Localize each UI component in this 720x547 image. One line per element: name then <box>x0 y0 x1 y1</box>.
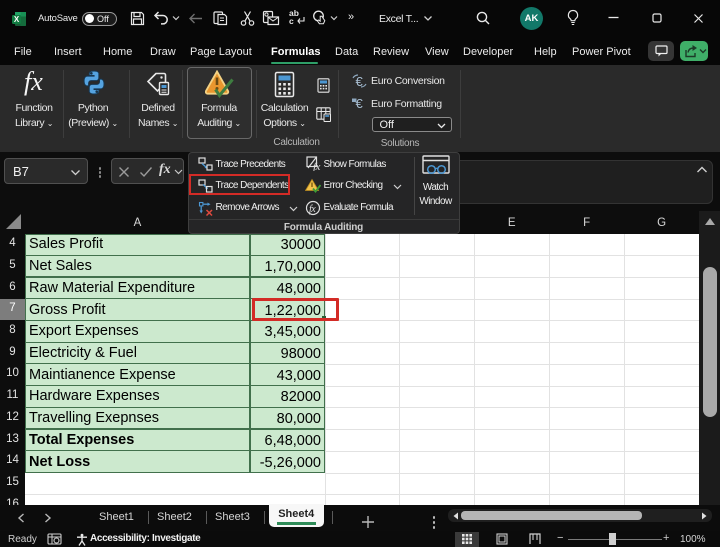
svg-text:X: X <box>14 15 20 24</box>
svg-text:€: € <box>356 96 364 110</box>
svg-text:€: € <box>356 74 364 88</box>
svg-text:fx: fx <box>313 161 321 171</box>
svg-text:fx: fx <box>309 204 316 215</box>
